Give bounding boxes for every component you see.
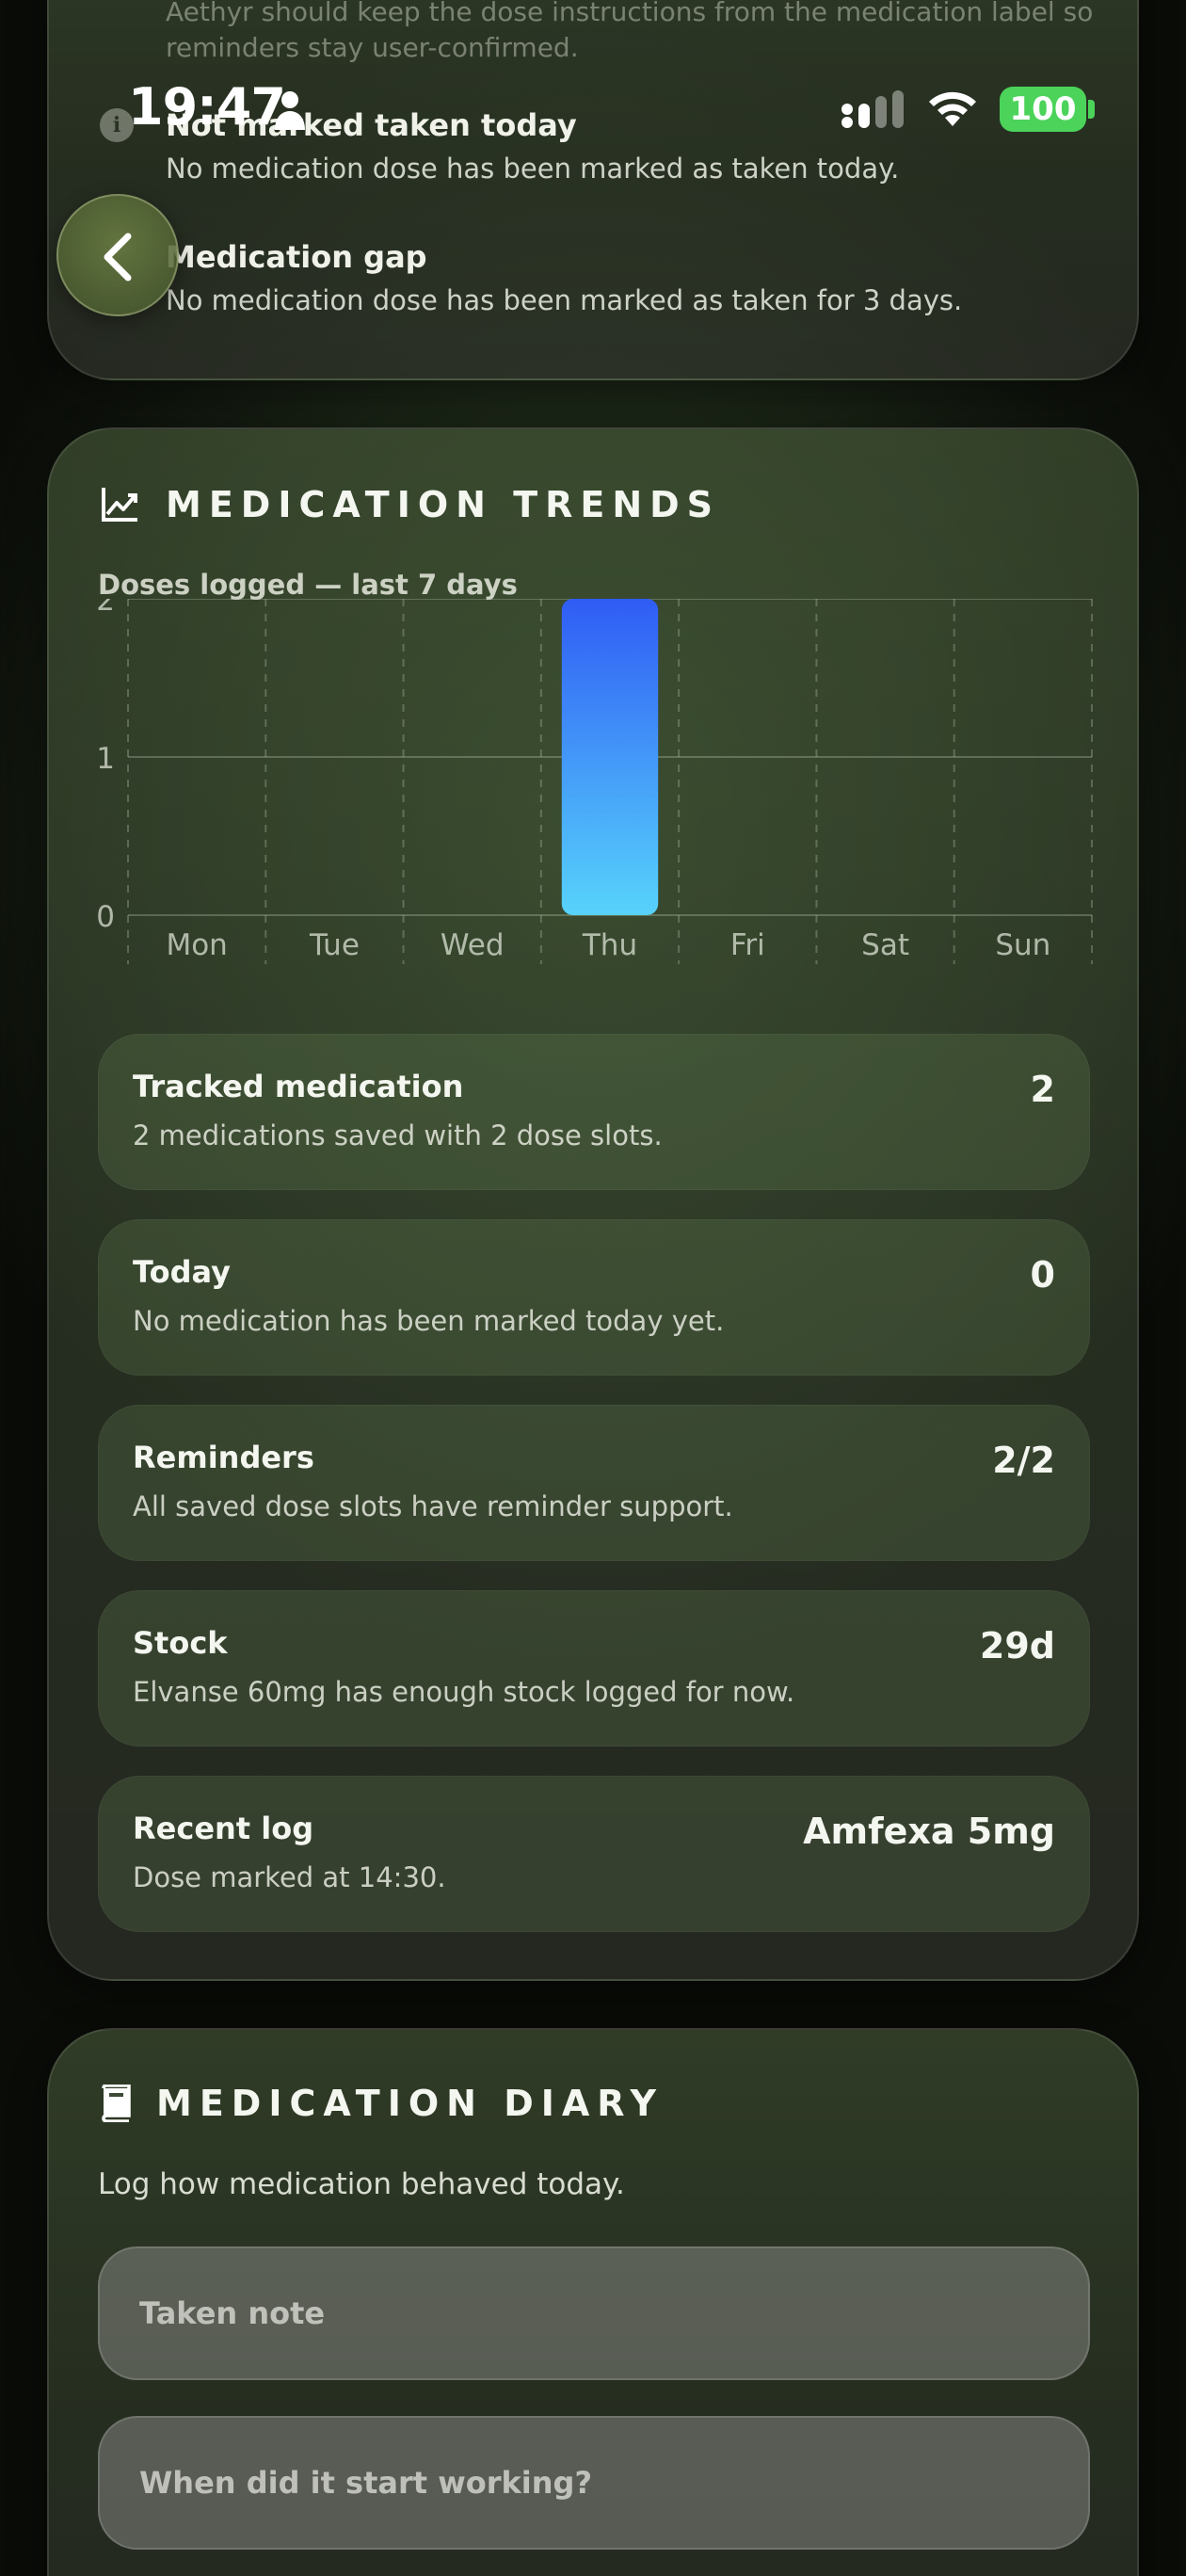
start-working-input[interactable] [98,2416,1090,2550]
stat-description: 2 medications saved with 2 dose slots. [133,1119,663,1151]
back-button[interactable] [56,194,179,316]
alert-description: No medication dose has been marked as ta… [166,153,900,185]
stat-today: Today No medication has been marked toda… [98,1219,1090,1376]
taken-note-input[interactable] [98,2246,1090,2380]
label-instructions-line-2: reminders stay user-confirmed. [166,32,579,63]
status-time: 19:47 [128,77,286,137]
x-tick-label: Sun [995,928,1050,962]
stat-title: Today [133,1254,231,1290]
alert-title: Medication gap [166,239,427,275]
y-tick-label: 0 [96,900,115,934]
section-title: MEDICATION TRENDS [166,484,721,525]
stat-title: Tracked medication [133,1069,464,1104]
medication-diary-card: MEDICATION DIARY Log how medication beha… [47,2028,1139,2576]
x-tick-label: Tue [309,928,360,962]
stat-value: 2/2 [992,1440,1055,1481]
alerts-card: Aethyr should keep the dose instructions… [47,0,1139,380]
stat-tracked-medication: Tracked medication 2 medications saved w… [98,1034,1090,1190]
chevron-left-icon [104,233,132,282]
trends-header: MEDICATION TRENDS [100,484,720,525]
stat-title: Recent log [133,1811,314,1846]
x-tick-label: Sat [861,928,909,962]
stat-recent-log: Recent log Dose marked at 14:30. Amfexa … [98,1776,1090,1932]
stat-description: Dose marked at 14:30. [133,1861,446,1893]
stat-stock: Stock Elvanse 60mg has enough stock logg… [98,1590,1090,1747]
stat-title: Stock [133,1625,228,1661]
stat-value: 2 [1030,1069,1055,1110]
stat-description: No medication has been marked today yet. [133,1305,725,1337]
diary-subtitle: Log how medication behaved today. [98,2167,625,2201]
alert-medication-gap: Medication gap No medication dose has be… [166,239,962,316]
y-tick-label: 2 [96,599,115,618]
y-tick-label: 1 [96,742,115,776]
stat-value: 0 [1030,1254,1055,1296]
stat-description: All saved dose slots have reminder suppo… [133,1490,733,1522]
stat-title: Reminders [133,1440,314,1475]
battery-indicator: 100 [1000,87,1086,132]
doses-bar-chart: 0 1 2 Mon Tue Wed Thu Fri Sat Sun [96,599,1093,964]
wifi-icon [929,91,976,126]
x-tick-label: Thu [582,928,637,962]
stat-value: 29d [979,1625,1055,1666]
book-icon [102,2085,131,2122]
x-tick-label: Fri [730,928,765,962]
x-tick-label: Mon [166,928,227,962]
person-icon [275,91,305,130]
section-title: MEDICATION DIARY [156,2083,664,2124]
trend-chart-icon [102,488,137,522]
label-instructions-line-1: Aethyr should keep the dose instructions… [166,0,1094,27]
battery-tip [1088,100,1095,119]
chart-bars [561,599,659,915]
stat-reminders: Reminders All saved dose slots have remi… [98,1405,1090,1561]
stat-description: Elvanse 60mg has enough stock logged for… [133,1676,795,1708]
alert-description: No medication dose has been marked as ta… [166,284,963,316]
x-tick-label: Wed [441,928,505,962]
cellular-signal-icon [841,90,904,128]
diary-header: MEDICATION DIARY [100,2083,664,2124]
stat-value: Amfexa 5mg [803,1811,1055,1852]
bar-thu [561,599,659,915]
medication-trends-card: MEDICATION TRENDS Doses logged — last 7 … [47,427,1139,1981]
chart-title: Doses logged — last 7 days [98,569,518,601]
